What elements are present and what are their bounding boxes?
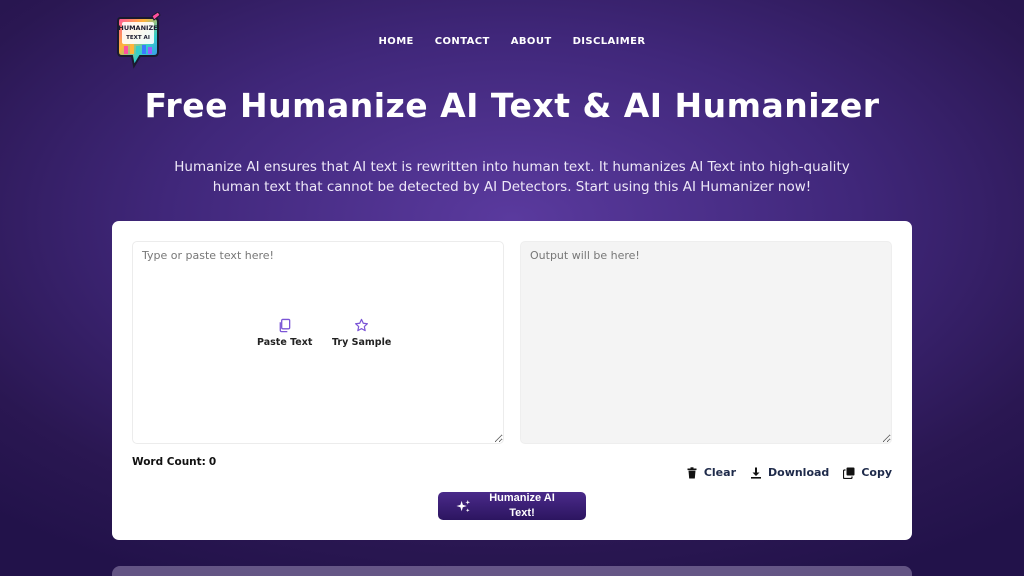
- star-icon: [355, 318, 369, 332]
- try-sample-button[interactable]: Try Sample: [332, 318, 391, 348]
- sparkles-icon: [456, 499, 471, 513]
- humanize-button-label: Humanize AI Text!: [489, 492, 555, 519]
- nav-disclaimer[interactable]: DISCLAIMER: [573, 36, 646, 47]
- trash-icon: [687, 466, 697, 478]
- try-sample-label: Try Sample: [332, 337, 392, 348]
- logo-text-top: HUMANIZE: [118, 24, 157, 32]
- output-actions: Clear Download Copy: [686, 466, 892, 479]
- copy-label: Copy: [861, 466, 892, 479]
- main-nav: HOME CONTACT ABOUT DISCLAIMER: [0, 36, 1024, 47]
- paste-icon: [279, 318, 291, 333]
- paste-text-label: Paste Text: [257, 337, 313, 348]
- clear-button[interactable]: Clear: [686, 466, 736, 479]
- clear-label: Clear: [703, 466, 736, 479]
- nav-home[interactable]: HOME: [379, 36, 414, 47]
- humanize-button[interactable]: Humanize AI Text!: [438, 492, 586, 520]
- nav-contact[interactable]: CONTACT: [435, 36, 490, 47]
- word-count: Word Count: 0: [132, 456, 216, 468]
- word-count-value: 0: [208, 456, 217, 468]
- next-section-card: [112, 566, 912, 576]
- download-icon: [751, 467, 761, 479]
- download-button[interactable]: Download: [750, 466, 829, 479]
- paste-text-button[interactable]: Paste Text: [257, 318, 312, 348]
- download-label: Download: [768, 466, 830, 479]
- page-title: Free Humanize AI Text & AI Humanizer: [144, 86, 880, 125]
- page-subtitle: Humanize AI ensures that AI text is rewr…: [174, 159, 850, 195]
- nav-about[interactable]: ABOUT: [511, 36, 552, 47]
- input-textarea[interactable]: [132, 241, 504, 444]
- copy-icon: [843, 467, 855, 479]
- copy-button[interactable]: Copy: [843, 466, 892, 479]
- word-count-label: Word Count:: [132, 456, 206, 468]
- humanizer-card: Paste Text Try Sample Word Count:0 Clear…: [112, 221, 912, 540]
- output-textarea[interactable]: [520, 241, 892, 444]
